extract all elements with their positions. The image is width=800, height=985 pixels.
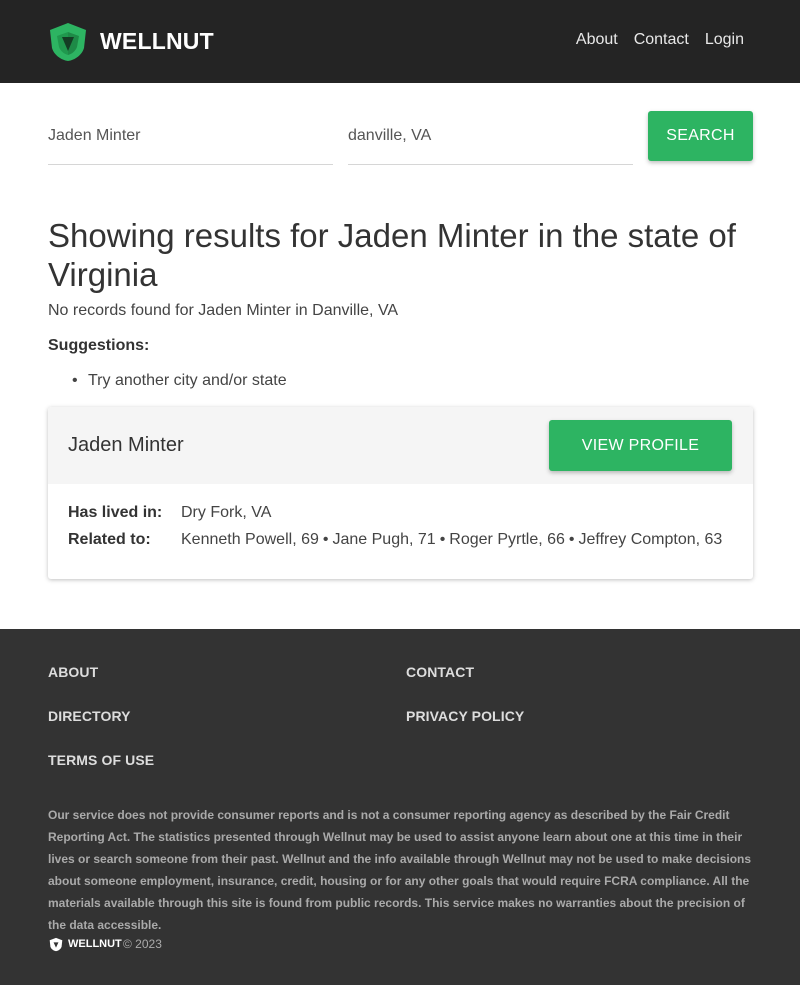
location-field xyxy=(348,110,633,165)
footer-brand: WELLNUT xyxy=(68,938,122,950)
related-person: Roger Pyrtle, 66 xyxy=(449,531,565,548)
shield-logo-icon[interactable] xyxy=(48,22,88,62)
footer-about-link[interactable]: ABOUT xyxy=(48,664,98,680)
bullet-separator: • xyxy=(568,531,575,548)
nav-login-link[interactable]: Login xyxy=(705,31,744,49)
related-person: Jane Pugh, 71 xyxy=(332,531,436,548)
related-person: Kenneth Powell, 69 xyxy=(181,531,319,548)
no-records-message: No records found for Jaden Minter in Dan… xyxy=(48,302,399,319)
nav-about-link[interactable]: About xyxy=(576,31,618,49)
related-person: Jeffrey Compton, 63 xyxy=(578,531,723,548)
page-title: Showing results for Jaden Minter in the … xyxy=(48,217,736,293)
bullet-separator: • xyxy=(322,531,329,548)
search-bar: SEARCH xyxy=(48,110,753,166)
search-button[interactable]: SEARCH xyxy=(648,111,753,161)
result-card: Jaden Minter VIEW PROFILE Has lived in: … xyxy=(48,407,753,579)
bullet-separator: • xyxy=(439,531,446,548)
name-input[interactable] xyxy=(48,110,333,162)
related-to-label: Related to: xyxy=(68,531,151,548)
brand-name[interactable]: WELLNUT xyxy=(100,28,214,55)
footer-terms-link[interactable]: TERMS OF USE xyxy=(48,752,154,768)
result-card-header: Jaden Minter VIEW PROFILE xyxy=(48,407,753,484)
footer-disclaimer: Our service does not provide consumer re… xyxy=(48,808,752,932)
site-header: WELLNUT About Contact Login xyxy=(0,0,800,83)
footer-copyright: © 2023 xyxy=(123,937,162,951)
footer-directory-link[interactable]: DIRECTORY xyxy=(48,708,131,724)
lived-in-label: Has lived in: xyxy=(68,504,163,521)
footer-contact-link[interactable]: CONTACT xyxy=(406,664,474,680)
location-input[interactable] xyxy=(348,110,633,162)
site-footer: ABOUT CONTACT DIRECTORY PRIVACY POLICY T… xyxy=(0,629,800,985)
suggestion-item: Try another city and/or state xyxy=(48,372,287,390)
top-nav: About Contact Login xyxy=(576,31,744,49)
result-person-name: Jaden Minter xyxy=(68,434,184,456)
footer-privacy-link[interactable]: PRIVACY POLICY xyxy=(406,708,524,724)
suggestions-label: Suggestions: xyxy=(48,337,150,354)
related-to-list: Kenneth Powell, 69 • Jane Pugh, 71 • Roger P… xyxy=(181,531,722,549)
lived-in-value: Dry Fork, VA xyxy=(181,504,272,521)
shield-logo-icon xyxy=(49,937,63,952)
suggestions-list: Try another city and/or state xyxy=(48,372,287,390)
view-profile-button[interactable]: VIEW PROFILE xyxy=(549,420,732,471)
name-field xyxy=(48,110,333,165)
nav-contact-link[interactable]: Contact xyxy=(634,31,689,49)
